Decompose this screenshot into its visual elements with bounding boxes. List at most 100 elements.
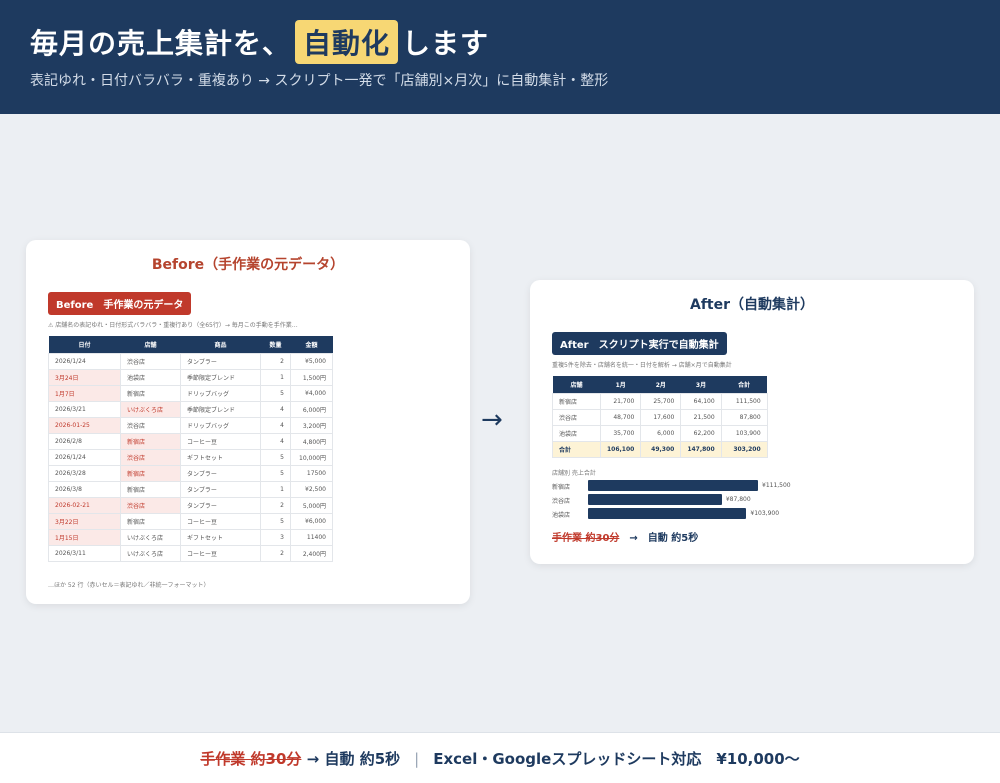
column-header: 1月	[600, 376, 641, 394]
cell-amount: 2,400円	[290, 545, 333, 562]
table-row: 1月7日 新宿店 ドリップバッグ 5 ¥4,000	[48, 385, 333, 402]
total-value: 147,800	[680, 441, 722, 458]
cell-qty: 2	[260, 545, 291, 562]
column-header: 日付	[48, 336, 121, 354]
cell-store: 新宿店	[120, 465, 181, 482]
cell-store: 新宿店	[120, 433, 181, 450]
cell-date: 2026/2/8	[48, 433, 121, 450]
before-footer-note: …ほか 52 行（赤いセル＝表記ゆれ／非統一フォーマット）	[48, 582, 210, 589]
page-subtitle: 表記ゆれ・日付バラバラ・重複あり → スクリプト一発で「店舗別×月次」に自動集計…	[30, 73, 609, 89]
cell-amount: ¥5,000	[290, 353, 333, 370]
cell-store: いけぶくろ店	[120, 529, 181, 546]
cell-date: 2026/3/11	[48, 545, 121, 562]
before-card: Before（手作業の元データ） Before 手作業の元データ ⚠ 店舗名の表…	[26, 240, 470, 604]
cell-value: 87,800	[720, 409, 768, 426]
cell-product: コーヒー豆	[180, 433, 261, 450]
column-header: 2月	[640, 376, 681, 394]
cell-date: 1月15日	[48, 529, 121, 546]
bar-label: 池袋店	[552, 512, 571, 519]
cell-store: 新宿店	[120, 513, 181, 530]
cell-product: ギフトセット	[180, 449, 261, 466]
cell-store: 渋谷店	[120, 353, 181, 370]
before-table: 日付 店舗 商品 数量 金額 2026/1/24 渋谷店 タンブラー 2 ¥5,000 3月24日…	[48, 336, 333, 562]
table-row: 3月22日 新宿店 コーヒー豆 5 ¥6,000	[48, 513, 333, 530]
table-row: 2026/1/24 渋谷店 ギフトセット 5 10,000円	[48, 449, 333, 466]
after-card-title: After（自動集計）	[689, 297, 815, 313]
footer-arrow: →	[306, 750, 320, 768]
total-value: 303,200	[720, 441, 768, 458]
title-text-after: します	[402, 27, 490, 60]
cell-qty: 5	[260, 465, 291, 482]
cell-product: コーヒー豆	[180, 545, 261, 562]
cell-qty: 2	[260, 497, 291, 514]
cell-date: 2026/1/24	[48, 353, 121, 370]
cell-store: 渋谷店	[120, 417, 181, 434]
cell-product: ドリップバッグ	[180, 417, 261, 434]
cell-product: 季節限定ブレンド	[180, 369, 261, 386]
cell-date: 2026/3/28	[48, 465, 121, 482]
cell-value: 17,600	[640, 409, 682, 426]
table-row: 新宿店 21,700 25,700 64,100 111,500	[552, 393, 768, 410]
cell-amount: 3,200円	[290, 417, 333, 434]
total-row: 合計 106,100 49,300 147,800 303,200	[552, 441, 768, 458]
cell-value: 21,500	[680, 409, 722, 426]
page-header: 毎月の売上集計を、 自動化 します 表記ゆれ・日付バラバラ・重複あり → スクリプト…	[0, 0, 1000, 114]
cell-product: 季節限定ブレンド	[180, 401, 261, 418]
cell-qty: 4	[260, 417, 291, 434]
cell-qty: 4	[260, 433, 291, 450]
cell-value: 48,700	[599, 409, 642, 426]
column-header: 合計	[721, 376, 768, 394]
cell-value: 111,500	[720, 393, 768, 410]
bar	[588, 494, 722, 505]
cell-product: タンブラー	[180, 481, 261, 498]
chart-title: 店舗別 売上合計	[552, 470, 596, 477]
footer-compat: Excel・Googleスプレッドシート対応 ¥10,000〜	[433, 750, 800, 768]
cell-product: ギフトセット	[180, 529, 261, 546]
cell-value: 35,700	[599, 425, 642, 442]
table-row: 2026/3/8 新宿店 タンブラー 1 ¥2,500	[48, 481, 333, 498]
table-row: 2026/3/11 いけぶくろ店 コーヒー豆 2 2,400円	[48, 545, 333, 562]
cell-value: 62,200	[680, 425, 722, 442]
table-row: 2026/3/28 新宿店 タンブラー 5 17500	[48, 465, 333, 482]
cell-amount: 1,500円	[290, 369, 333, 386]
cell-qty: 5	[260, 449, 291, 466]
cell-qty: 4	[260, 401, 291, 418]
table-row: 渋谷店 48,700 17,600 21,500 87,800	[552, 409, 768, 426]
manual-time: 手作業 約30分	[552, 533, 620, 544]
title-highlight: 自動化	[295, 20, 399, 64]
cell-value: 6,000	[640, 425, 682, 442]
cell-qty: 1	[260, 481, 291, 498]
bar-label: 新宿店	[552, 484, 571, 491]
total-label: 合計	[552, 441, 601, 458]
cell-date: 2026-02-21	[48, 497, 121, 514]
total-value: 49,300	[640, 441, 682, 458]
table-row: 2026/2/8 新宿店 コーヒー豆 4 4,800円	[48, 433, 333, 450]
table-row: 2026-02-21 渋谷店 タンブラー 2 5,000円	[48, 497, 333, 514]
column-header: 店舗	[120, 336, 181, 354]
after-note: 重複5件を除去・店舗名を統一・日付を解析 → 店舗×月で自動集計	[552, 362, 732, 369]
cell-value: 64,100	[680, 393, 722, 410]
after-badge: After スクリプト実行で自動集計	[552, 332, 727, 355]
before-badge: Before 手作業の元データ	[48, 292, 192, 315]
cell-store: 新宿店	[120, 385, 181, 402]
footer-auto: 自動 約5秒	[324, 750, 401, 768]
before-note: ⚠ 店舗名の表記ゆれ・日付形式バラバラ・重複行あり（全65行）→ 毎月この手動を…	[48, 322, 298, 329]
cell-store: いけぶくろ店	[120, 401, 181, 418]
table-row: 池袋店 35,700 6,000 62,200 103,900	[552, 425, 768, 442]
cell-date: 3月24日	[48, 369, 121, 386]
cell-amount: ¥6,000	[290, 513, 333, 530]
arrow-icon: →	[481, 405, 503, 435]
title-text-before: 毎月の売上集計を、	[30, 27, 292, 60]
cell-date: 2026/3/8	[48, 481, 121, 498]
after-card: After（自動集計） After スクリプト実行で自動集計 重複5件を除去・店…	[530, 280, 974, 564]
cell-date: 2026/3/21	[48, 401, 121, 418]
cell-store: 渋谷店	[120, 497, 181, 514]
cell-amount: 6,000円	[290, 401, 333, 418]
table-row: 2026/1/24 渋谷店 タンブラー 2 ¥5,000	[48, 353, 333, 370]
cell-date: 3月22日	[48, 513, 121, 530]
cell-qty: 3	[260, 529, 291, 546]
cell-value: 103,900	[720, 425, 768, 442]
cell-store: 池袋店	[552, 425, 601, 442]
cell-amount: 10,000円	[290, 449, 333, 466]
footer-text: 手作業 約30分 → 自動 約5秒 | Excel・Googleスプレッドシート対応…	[0, 748, 1000, 769]
